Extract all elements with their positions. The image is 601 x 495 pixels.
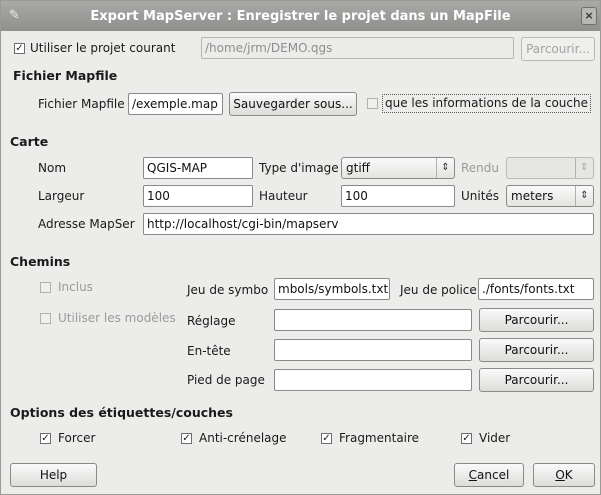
mapfile-section-title: Fichier Mapfile bbox=[13, 68, 118, 83]
partial-checkbox[interactable]: ✓ bbox=[321, 433, 332, 444]
force-label: Forcer bbox=[58, 431, 96, 445]
use-templates-label: Utiliser les modèles bbox=[58, 311, 176, 325]
units-updown-icon: ⇕ bbox=[575, 186, 593, 206]
fonts-label: Jeu de police bbox=[400, 283, 477, 297]
ok-mnemonic: O bbox=[555, 468, 565, 482]
width-label: Largeur bbox=[38, 189, 85, 203]
cancel-button[interactable]: Cancel bbox=[454, 463, 524, 487]
header-label: En-tête bbox=[187, 344, 231, 358]
header-browse-button[interactable]: Parcourir... bbox=[479, 338, 594, 362]
mapserver-url-field[interactable]: http://localhost/cgi-bin/mapserv bbox=[143, 213, 594, 235]
render-label: Rendu bbox=[461, 161, 500, 175]
width-field[interactable]: 100 bbox=[143, 185, 253, 207]
cancel-mnemonic: C bbox=[468, 468, 478, 482]
options-section-title: Options des étiquettes/couches bbox=[10, 405, 233, 420]
template-field[interactable] bbox=[274, 309, 472, 331]
antialias-label: Anti-crénelage bbox=[199, 431, 287, 445]
units-value: meters bbox=[511, 189, 554, 203]
paths-section-title: Chemins bbox=[10, 254, 71, 269]
antialias-checkbox[interactable]: ✓ bbox=[181, 433, 192, 444]
help-button[interactable]: Help bbox=[10, 463, 97, 487]
map-name-field[interactable]: QGIS-MAP bbox=[143, 157, 253, 179]
image-type-select[interactable]: gtiff ⇕ bbox=[341, 157, 455, 179]
app-icon: ✎ bbox=[9, 8, 20, 23]
mapserver-url-label: Adresse MapSer bbox=[38, 217, 135, 231]
use-current-project-label: Utiliser le projet courant bbox=[30, 41, 176, 55]
save-as-button[interactable]: Sauvegarder sous... bbox=[229, 92, 357, 116]
force-checkbox[interactable]: ✓ bbox=[40, 433, 51, 444]
fonts-field[interactable]: ./fonts/fonts.txt bbox=[478, 278, 594, 300]
partial-label: Fragmentaire bbox=[339, 431, 420, 445]
footer-browse-button[interactable]: Parcourir... bbox=[479, 368, 594, 392]
title-bar: ✎ Export MapServer : Enregistrer le proj… bbox=[1, 1, 600, 31]
project-browse-button[interactable]: Parcourir... bbox=[521, 37, 595, 61]
mapfile-label: Fichier Mapfile bbox=[38, 97, 125, 111]
map-name-label: Nom bbox=[38, 161, 67, 175]
footer-label: Pied de page bbox=[187, 373, 265, 387]
footer-field[interactable] bbox=[274, 369, 472, 391]
use-current-project-checkbox[interactable]: ✓ bbox=[14, 43, 25, 54]
render-select[interactable]: ⇕ bbox=[506, 157, 594, 179]
buffer-checkbox[interactable]: ✓ bbox=[461, 433, 472, 444]
symbols-field[interactable]: mbols/symbols.txt bbox=[274, 278, 390, 300]
buffer-label: Vider bbox=[479, 431, 511, 445]
ok-button[interactable]: OK bbox=[533, 463, 595, 487]
units-label: Unités bbox=[461, 189, 500, 203]
image-type-value: gtiff bbox=[346, 161, 370, 175]
render-updown-icon: ⇕ bbox=[575, 158, 593, 178]
window-title: Export MapServer : Enregistrer le projet… bbox=[90, 8, 511, 24]
image-type-updown-icon: ⇕ bbox=[436, 158, 454, 178]
project-path-field[interactable]: /home/jrm/DEMO.qgs bbox=[201, 37, 514, 59]
mapfile-path-field[interactable]: /exemple.map bbox=[128, 93, 223, 115]
include-label: Inclus bbox=[58, 280, 93, 294]
height-field[interactable]: 100 bbox=[341, 185, 455, 207]
image-type-label: Type d'image bbox=[259, 161, 339, 175]
ok-label-rest: K bbox=[564, 468, 573, 482]
template-browse-button[interactable]: Parcourir... bbox=[479, 308, 594, 332]
layer-info-only-label: que les informations de la couche bbox=[382, 94, 591, 113]
close-window-button[interactable]: × bbox=[581, 7, 597, 25]
map-section-title: Carte bbox=[10, 134, 49, 149]
symbols-label: Jeu de symbo bbox=[187, 283, 269, 297]
use-templates-checkbox[interactable] bbox=[40, 313, 51, 324]
units-select[interactable]: meters ⇕ bbox=[506, 185, 594, 207]
header-field[interactable] bbox=[274, 339, 472, 361]
export-mapserver-dialog: ✎ Export MapServer : Enregistrer le proj… bbox=[0, 0, 601, 495]
layer-info-only-checkbox[interactable] bbox=[367, 98, 378, 109]
cancel-label-rest: ancel bbox=[477, 468, 510, 482]
include-checkbox[interactable] bbox=[40, 282, 51, 293]
height-label: Hauteur bbox=[259, 189, 308, 203]
template-label: Réglage bbox=[187, 314, 236, 328]
